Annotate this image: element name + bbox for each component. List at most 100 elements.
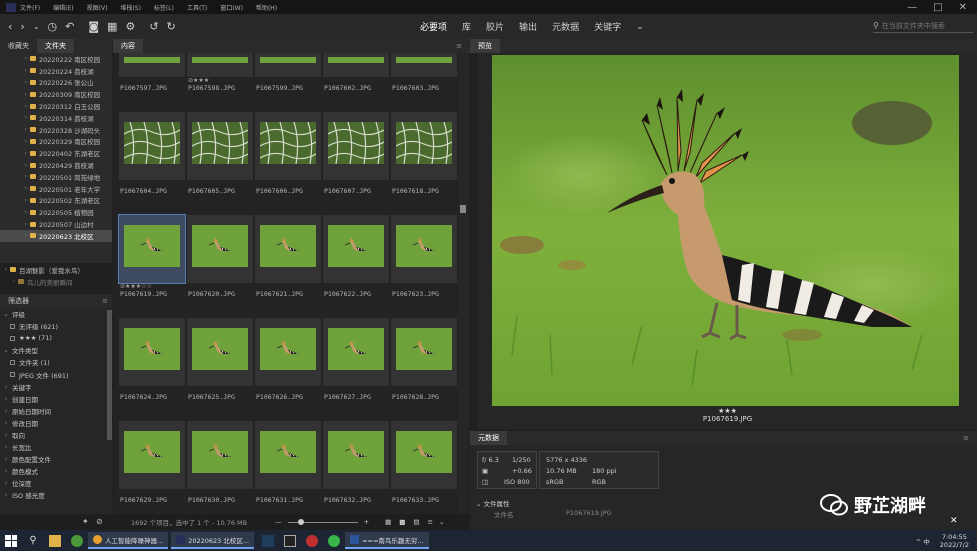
windows-start-icon[interactable] — [5, 534, 17, 547]
tab-preview[interactable]: 预览 — [470, 39, 500, 53]
folder-item[interactable]: › 20220429 荔枝湖 — [0, 159, 112, 171]
thumbnail-cell[interactable]: P1067597.JPG — [119, 53, 185, 109]
search-icon[interactable]: ⚲ — [27, 535, 39, 547]
panel-menu-icon[interactable]: ≡ — [102, 294, 108, 308]
grid-view-icon[interactable]: ▦ — [385, 518, 391, 526]
thumbnail-frame[interactable] — [119, 421, 185, 489]
folder-item[interactable]: › 20220505 植物园 — [0, 206, 112, 218]
chevron-right-icon[interactable]: › — [0, 232, 30, 239]
chevron-right-icon[interactable]: › — [0, 91, 30, 98]
chevron-right-icon[interactable]: › — [0, 114, 30, 121]
thumbnail-cell[interactable]: P1067625.JPG — [187, 318, 253, 418]
thumbnail-image[interactable] — [396, 225, 452, 267]
zoom-in-icon[interactable]: + — [364, 518, 369, 526]
chevron-right-icon[interactable]: › — [0, 67, 30, 74]
list-view-icon[interactable]: ≡ — [428, 518, 433, 526]
thumbnail-frame[interactable] — [323, 215, 389, 283]
minimize-button[interactable]: — — [907, 2, 917, 13]
return-icon[interactable]: ↶ — [65, 21, 74, 32]
thumbnail-frame[interactable] — [323, 53, 389, 77]
menu-stack[interactable]: 堆栈(S) — [120, 3, 141, 12]
folder-item[interactable]: › 20220402 东湖老区 — [0, 147, 112, 159]
chevron-right-icon[interactable]: › — [0, 126, 30, 133]
filter-category[interactable]: › 位深度 — [0, 477, 112, 489]
folder-item[interactable]: › 20220507 山边村 — [0, 218, 112, 230]
chevron-right-icon[interactable]: › — [0, 150, 30, 157]
chevron-right-icon[interactable]: › — [0, 173, 30, 180]
thumbnail-frame[interactable] — [187, 53, 253, 77]
thumbnail-cell[interactable]: P1067606.JPG — [255, 112, 321, 212]
thumbnail-cell[interactable]: P1067631.JPG — [255, 421, 321, 515]
rotate-right-icon[interactable]: ↻ — [167, 21, 176, 32]
thumbnail-cell[interactable]: P1067629.JPG — [119, 421, 185, 515]
thumbnail-cell[interactable]: P1067633.JPG — [391, 421, 457, 515]
filter-category[interactable]: › 创建日期 — [0, 393, 112, 405]
thumbnail-frame[interactable] — [255, 421, 321, 489]
thumbnail-cell[interactable]: P1067618.JPG — [391, 112, 457, 212]
thumbnail-image[interactable] — [396, 122, 452, 164]
chevron-right-icon[interactable]: › — [0, 103, 30, 110]
chevron-right-icon[interactable]: › — [0, 55, 30, 62]
thumbnail-image[interactable] — [328, 225, 384, 267]
filter-option[interactable]: JPEG 文件 (691) — [0, 368, 112, 380]
chevron-down-icon[interactable]: ⌄ — [33, 21, 40, 32]
menu-label[interactable]: 标签(L) — [154, 3, 174, 12]
thumbnail-frame[interactable] — [391, 215, 457, 283]
checkbox[interactable] — [10, 372, 15, 378]
folder-item[interactable]: › 20220501 简苑绿地 — [0, 171, 112, 183]
thumbnail-image[interactable] — [328, 57, 384, 63]
workspace-output[interactable]: 输出 — [519, 20, 537, 33]
thumbnail-image[interactable] — [396, 57, 452, 63]
task-word[interactable]: ===南鸟乐趣无穷... — [345, 532, 429, 549]
browser-icon[interactable] — [71, 534, 83, 547]
thumbnail-image[interactable] — [124, 328, 180, 370]
thumbnail-image[interactable] — [192, 225, 248, 267]
tab-favorites[interactable]: 收藏夹 — [0, 39, 37, 53]
thumbnail-cell[interactable]: P1067602.JPG — [323, 53, 389, 109]
file-properties-header[interactable]: ⌄ 文件属性 — [476, 498, 510, 508]
wechat-taskbar-icon[interactable] — [328, 534, 341, 547]
checkbox[interactable] — [10, 335, 15, 341]
thumbnail-frame[interactable] — [187, 421, 253, 489]
thumbnail-frame[interactable] — [119, 318, 185, 386]
panel-menu-icon[interactable]: ≡ — [955, 431, 977, 445]
workspace-filmstrip[interactable]: 胶片 — [486, 20, 504, 33]
thumbnail-image[interactable] — [124, 122, 180, 164]
thumbnail-cell[interactable]: ⊘★★★☆☆ P1067619.JPG — [118, 214, 186, 315]
thumbnail-image[interactable] — [260, 328, 316, 370]
file-explorer-icon[interactable] — [49, 534, 61, 547]
close-button[interactable]: ✕ — [959, 2, 967, 13]
pin-icon[interactable]: ✦ — [82, 517, 89, 526]
filter-scrollbar[interactable] — [107, 310, 112, 440]
thumbnail-image[interactable] — [192, 57, 248, 63]
checkbox[interactable] — [10, 323, 15, 329]
thumbnail-frame[interactable] — [323, 112, 389, 180]
folder-item[interactable]: › 20220309 南区校园 — [0, 88, 112, 100]
rotate-left-icon[interactable]: ↺ — [149, 21, 158, 32]
thumbnail-frame[interactable] — [187, 112, 253, 180]
thumbnail-frame[interactable] — [255, 318, 321, 386]
menu-edit[interactable]: 编辑(E) — [53, 3, 73, 12]
menu-view[interactable]: 视图(V) — [87, 3, 108, 12]
chevron-right-icon[interactable]: › — [0, 209, 30, 216]
tab-metadata[interactable]: 元数据 — [470, 431, 507, 445]
thumbnail-image[interactable] — [192, 431, 248, 473]
filter-option[interactable]: 无评级 (621) — [0, 320, 112, 332]
thumbnail-rating[interactable]: ⊘★★★ — [188, 77, 209, 84]
search-box[interactable]: ⚲ 在当前文件夹中搜索 — [873, 19, 973, 33]
thumbnail-cell[interactable]: P1067621.JPG — [255, 215, 321, 315]
tab-folders[interactable]: 文件夹 — [37, 39, 74, 53]
capcut-icon[interactable] — [284, 534, 297, 547]
clear-filter-icon[interactable]: ⊘ — [96, 517, 103, 526]
thumbnail-image[interactable] — [260, 431, 316, 473]
filter-category[interactable]: › 修改日期 — [0, 417, 112, 429]
search-input[interactable]: 在当前文件夹中搜索 — [882, 21, 945, 31]
chevron-right-icon[interactable]: › — [0, 138, 30, 145]
thumbnail-image[interactable] — [396, 328, 452, 370]
task-bridge[interactable]: 20220623 北校区... — [171, 532, 255, 549]
filter-category[interactable]: › 长宽比 — [0, 441, 112, 453]
filter-category[interactable]: › 颜色配置文件 — [0, 453, 112, 465]
menu-tools[interactable]: 工具(T) — [187, 3, 207, 12]
thumbnail-frame[interactable] — [187, 215, 253, 283]
workspace-library[interactable]: 库 — [462, 20, 471, 33]
